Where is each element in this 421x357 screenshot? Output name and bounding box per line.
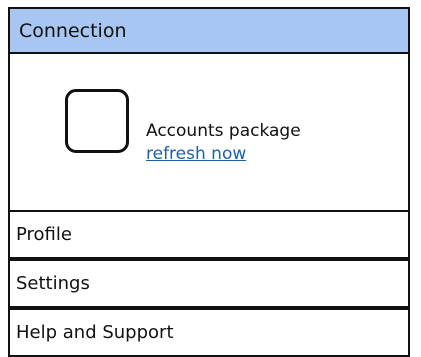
menu-item-profile[interactable]: Profile — [8, 210, 410, 259]
account-info: Accounts package refresh now — [146, 120, 301, 166]
connection-header[interactable]: Connection — [8, 7, 410, 54]
menu-item-help-and-support[interactable]: Help and Support — [8, 308, 410, 357]
account-name: Accounts package — [146, 121, 301, 141]
account-avatar-placeholder — [65, 89, 129, 153]
refresh-now-link[interactable]: refresh now — [146, 143, 301, 166]
connection-section: Accounts package refresh now — [8, 52, 410, 213]
settings-panel: Connection Accounts package refresh now … — [8, 7, 414, 357]
menu-item-settings[interactable]: Settings — [8, 259, 410, 308]
